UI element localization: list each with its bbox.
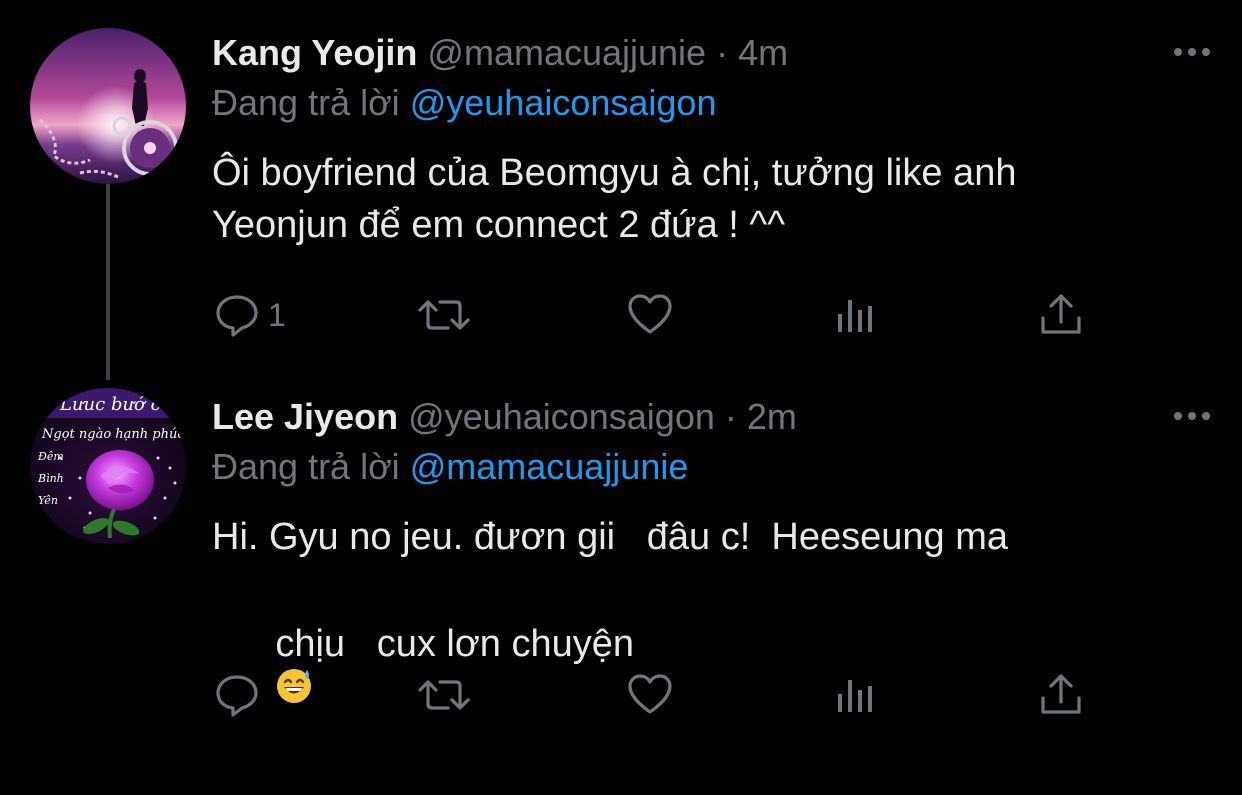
tweet-header: Kang Yeojin @mamacuajjunie · 4m [212,30,788,76]
user-handle[interactable]: @mamacuajjunie [427,32,706,73]
purple-rose-avatar-icon: Lưuc bướ c Ngọt ngào hạnh phúc Đêm Bình … [30,388,186,544]
like-button[interactable] [626,670,674,720]
sunset-woman-avatar-icon [30,28,186,184]
share-icon [1041,294,1081,334]
tweet-text-line-1: Hi. Gyu no jeu. đươn gii đâu c! Heeseung… [212,516,1008,558]
tweet-text-line-1: Ôi boyfriend của Beomgyu à chị, tưởng li… [212,152,1017,194]
user-handle[interactable]: @yeuhaiconsaigon [408,396,715,437]
replying-to: Đang trả lời @mamacuajjunie [212,444,688,490]
tweet-actions [0,670,1242,720]
more-options-icon[interactable] [1172,42,1212,62]
avatar[interactable] [30,28,186,184]
share-button[interactable] [1038,670,1084,720]
timestamp[interactable]: 2m [747,396,797,437]
tweet-text-line-2: Yeonjun để em connect 2 đứa ! ^^ [212,204,786,246]
tweet-text-line-2: chịu cux lơn chuyện [275,623,635,665]
reply-count: 1 [268,296,286,333]
separator-dot: · [724,396,737,437]
avatar-caption-top: Lưuc bướ c [59,394,161,415]
replying-to: Đang trả lời @yeuhaiconsaigon [212,80,716,126]
analytics-icon [838,300,872,332]
replying-to-label: Đang trả lời [212,82,400,123]
thread-connector-line [106,184,110,380]
analytics-button[interactable] [834,290,878,340]
reply-button[interactable]: 1 [214,290,286,340]
like-button[interactable] [626,290,674,340]
analytics-icon [838,680,872,712]
timestamp[interactable]: 4m [738,32,788,73]
analytics-button[interactable] [834,670,878,720]
reply-icon [216,295,258,337]
reply-mention-link[interactable]: @mamacuajjunie [410,446,689,487]
retweet-icon [418,300,470,330]
display-name[interactable]: Lee Jiyeon [212,396,398,437]
heart-icon [628,294,672,334]
display-name[interactable]: Kang Yeojin [212,32,417,73]
retweet-icon [418,680,470,710]
reply-icon [216,675,258,717]
avatar-caption-word: Đêm [37,450,64,463]
share-icon [1041,674,1081,714]
more-options-icon[interactable] [1172,406,1212,426]
heart-icon [628,674,672,714]
separator-dot: · [716,32,729,73]
avatar[interactable]: Lưuc bướ c Ngọt ngào hạnh phúc Đêm Bình … [30,388,186,544]
tweet-actions: 1 [0,290,1242,340]
reply-button[interactable] [214,670,260,720]
avatar-caption-word: Bình [37,472,64,485]
replying-to-label: Đang trả lời [212,446,400,487]
avatar-caption-word: Yên [38,494,58,507]
retweet-button[interactable] [416,670,472,720]
share-button[interactable] [1038,290,1084,340]
avatar-caption-line: Ngọt ngào hạnh phúc [41,427,185,442]
tweet-header: Lee Jiyeon @yeuhaiconsaigon · 2m [212,394,797,440]
retweet-button[interactable] [416,290,472,340]
reply-mention-link[interactable]: @yeuhaiconsaigon [410,82,717,123]
